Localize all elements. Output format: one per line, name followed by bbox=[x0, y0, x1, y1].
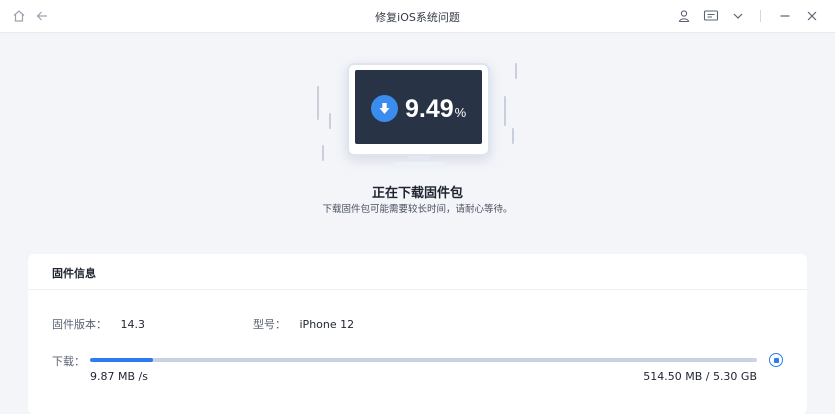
firmware-version-value: 14.3 bbox=[120, 318, 146, 331]
minimize-icon[interactable] bbox=[776, 7, 794, 25]
decor-line bbox=[317, 86, 319, 120]
card-title: 固件信息 bbox=[52, 267, 96, 280]
user-icon[interactable] bbox=[675, 7, 693, 25]
download-size-progress: 514.50 MB / 5.30 GB bbox=[643, 370, 757, 383]
monitor-base bbox=[393, 162, 445, 167]
close-icon[interactable] bbox=[803, 7, 821, 25]
firmware-version-label: 固件版本： bbox=[52, 318, 107, 331]
status-title: 正在下载固件包 bbox=[371, 186, 463, 201]
feedback-icon[interactable] bbox=[702, 7, 720, 25]
monitor-screen: 9.49% bbox=[355, 70, 482, 144]
decor-line bbox=[512, 128, 514, 144]
decor-line bbox=[515, 63, 517, 79]
percent-value: 9.49 bbox=[405, 95, 454, 123]
model-label: 型号： bbox=[253, 318, 286, 331]
firmware-info-card: 固件信息 固件版本： 14.3 型号： iPhone 12 下载： 9.87 M… bbox=[28, 254, 807, 414]
decor-line bbox=[329, 113, 331, 129]
chevron-down-icon[interactable] bbox=[729, 7, 747, 25]
card-header: 固件信息 bbox=[28, 254, 807, 290]
titlebar-divider bbox=[760, 10, 761, 22]
download-progress-fill bbox=[90, 358, 154, 362]
decor-line bbox=[504, 96, 506, 126]
stop-icon bbox=[773, 357, 779, 363]
download-progress-bar bbox=[90, 358, 757, 362]
device-model: 型号： iPhone 12 bbox=[253, 316, 354, 332]
title-bar: 修复iOS系统问题 bbox=[0, 0, 835, 33]
model-value: iPhone 12 bbox=[299, 318, 355, 331]
monitor-illustration: 9.49% bbox=[347, 63, 490, 156]
status-subtitle: 下载固件包可能需要较长时间，请耐心等待。 bbox=[322, 204, 513, 215]
stop-download-button[interactable] bbox=[769, 353, 783, 367]
download-percent: 9.49% bbox=[405, 95, 466, 127]
decor-line bbox=[322, 145, 324, 161]
firmware-version: 固件版本： 14.3 bbox=[52, 316, 145, 332]
download-speed: 9.87 MB /s bbox=[90, 370, 148, 383]
download-label: 下载： bbox=[52, 355, 85, 368]
download-icon bbox=[371, 95, 398, 122]
percent-unit: % bbox=[454, 105, 467, 120]
